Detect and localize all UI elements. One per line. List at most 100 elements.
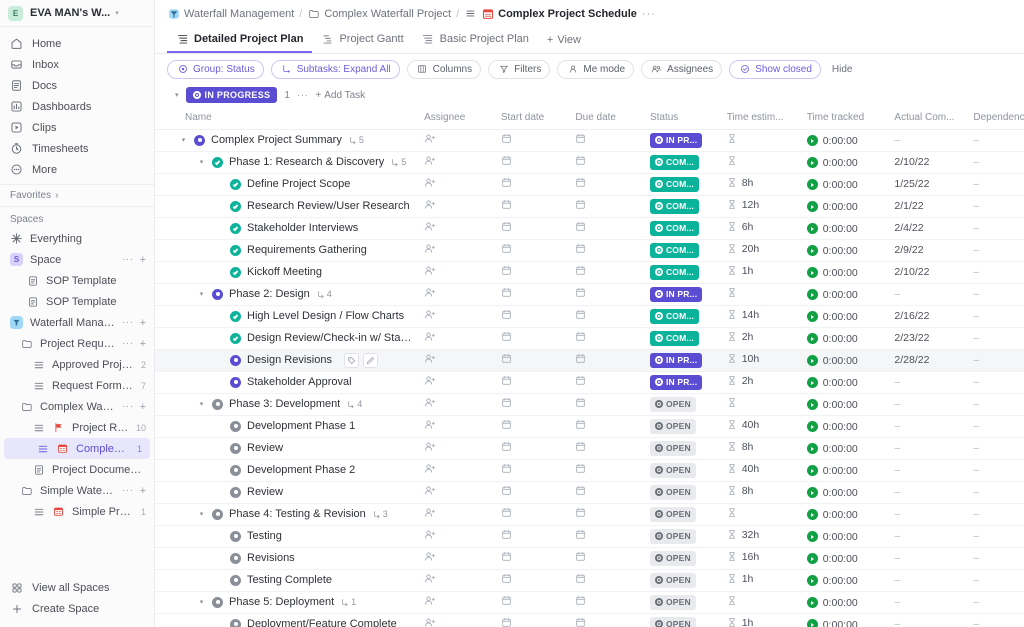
- cell-dependencies[interactable]: –: [967, 239, 1024, 262]
- cell-time-tracked[interactable]: 0:00:00: [800, 371, 889, 394]
- cell-name[interactable]: ▾ Deployment/Feature Complete: [155, 613, 419, 627]
- table-row[interactable]: ▾ Requirements Gathering COM... 20h 0:00…: [155, 239, 1024, 262]
- calendar-icon[interactable]: [501, 419, 512, 430]
- status-badge[interactable]: OPEN: [649, 440, 696, 456]
- cell-time-estimate[interactable]: 1h: [720, 613, 801, 627]
- cell-assignee[interactable]: [418, 173, 495, 196]
- cell-start-date[interactable]: [494, 613, 570, 627]
- cell-name[interactable]: ▾ Stakeholder Interviews: [155, 217, 419, 240]
- cell-due-date[interactable]: [569, 371, 644, 394]
- start-timer-icon[interactable]: [806, 377, 818, 388]
- time-estimate-value[interactable]: 20h: [727, 243, 759, 255]
- status-dot-in-progress-icon[interactable]: [194, 134, 205, 146]
- calendar-icon[interactable]: [575, 441, 586, 452]
- tag-icon[interactable]: [343, 352, 359, 368]
- cell-name[interactable]: ▾ Complex Project Summary 5: [155, 129, 419, 152]
- space-add-icon[interactable]: +: [140, 317, 146, 329]
- cell-start-date[interactable]: [494, 459, 570, 482]
- start-timer-icon[interactable]: [806, 443, 818, 454]
- cell-time-estimate[interactable]: [720, 503, 801, 526]
- start-timer-icon[interactable]: [806, 619, 818, 627]
- cell-start-date[interactable]: [494, 305, 570, 328]
- start-timer-icon[interactable]: [806, 201, 818, 212]
- cell-assignee[interactable]: [418, 129, 495, 152]
- calendar-icon[interactable]: [501, 551, 512, 562]
- calendar-icon[interactable]: [575, 287, 586, 298]
- cell-time-tracked[interactable]: 0:00:00: [800, 503, 889, 526]
- folder-more-icon[interactable]: ···: [122, 485, 134, 496]
- cell-dependencies[interactable]: –: [967, 129, 1024, 152]
- time-tracked-value[interactable]: 0:00:00: [806, 597, 858, 609]
- breadcrumb-item-space[interactable]: Waterfall Management: [167, 7, 294, 20]
- cell-status[interactable]: OPEN: [643, 547, 721, 570]
- status-badge[interactable]: IN PR...: [649, 286, 703, 302]
- cell-due-date[interactable]: [569, 613, 644, 627]
- time-tracked-value[interactable]: 0:00:00: [806, 575, 858, 587]
- cell-dependencies[interactable]: –: [967, 437, 1024, 460]
- assignee-add-icon[interactable]: [424, 441, 436, 452]
- cell-status[interactable]: COM...: [643, 305, 721, 328]
- assignee-add-icon[interactable]: [424, 265, 436, 276]
- sidebar-doc-sop-template-1[interactable]: SOP Template: [0, 270, 154, 291]
- status-dot-complete-icon[interactable]: [230, 310, 241, 322]
- calendar-icon[interactable]: [575, 199, 586, 210]
- cell-time-estimate[interactable]: 8h: [720, 437, 801, 460]
- folder-more-icon[interactable]: ···: [122, 401, 134, 412]
- time-tracked-value[interactable]: 0:00:00: [806, 311, 858, 323]
- calendar-icon[interactable]: [575, 265, 586, 276]
- sidebar-list-approved-projects[interactable]: Approved Projects 2: [0, 354, 154, 375]
- assignee-add-icon[interactable]: [424, 309, 436, 320]
- cell-due-date[interactable]: [569, 591, 644, 614]
- cell-dependencies[interactable]: –: [967, 195, 1024, 218]
- status-badge[interactable]: OPEN: [649, 528, 696, 544]
- status-badge[interactable]: OPEN: [649, 462, 696, 478]
- table-row[interactable]: ▾ Phase 1: Research & Discovery 5 COM...…: [155, 151, 1024, 174]
- table-row[interactable]: ▾ Development Phase 2 OPEN 40h 0:00:00 –…: [155, 459, 1024, 482]
- cell-name[interactable]: ▾ Define Project Scope: [155, 173, 419, 196]
- columns-button[interactable]: Columns: [406, 59, 482, 79]
- calendar-icon[interactable]: [575, 397, 586, 408]
- cell-due-date[interactable]: [569, 525, 644, 548]
- calendar-icon[interactable]: [501, 375, 512, 386]
- cell-status[interactable]: OPEN: [643, 503, 721, 526]
- cell-dependencies[interactable]: –: [967, 151, 1024, 174]
- sidebar-space-space[interactable]: S Space ··· +: [0, 249, 154, 270]
- assignee-add-icon[interactable]: [424, 155, 436, 166]
- status-dot-open-icon[interactable]: [212, 596, 223, 608]
- column-header-assignee[interactable]: Assignee: [418, 107, 495, 130]
- cell-start-date[interactable]: [494, 569, 570, 592]
- status-dot-open-icon[interactable]: [230, 464, 241, 476]
- time-tracked-value[interactable]: 0:00:00: [806, 443, 858, 455]
- start-timer-icon[interactable]: [806, 267, 818, 278]
- cell-status[interactable]: OPEN: [643, 591, 721, 614]
- table-row[interactable]: ▾ High Level Design / Flow Charts COM...…: [155, 305, 1024, 328]
- cell-status[interactable]: OPEN: [643, 525, 721, 548]
- cell-status[interactable]: COM...: [643, 217, 721, 240]
- cell-actual-completion[interactable]: –: [888, 371, 968, 394]
- status-dot-in-progress-icon[interactable]: [230, 354, 241, 366]
- cell-actual-completion[interactable]: –: [888, 525, 968, 548]
- status-dot-open-icon[interactable]: [212, 508, 223, 520]
- expand-collapse-icon[interactable]: ▾: [197, 510, 206, 518]
- calendar-icon[interactable]: [575, 177, 586, 188]
- status-badge[interactable]: IN PR...: [649, 132, 703, 148]
- cell-assignee[interactable]: [418, 239, 495, 262]
- group-add-task-button[interactable]: + Add Task: [315, 90, 365, 101]
- time-estimate-value[interactable]: 14h: [727, 309, 759, 321]
- expand-collapse-icon[interactable]: ▾: [197, 598, 206, 606]
- expand-collapse-icon[interactable]: ▾: [197, 400, 206, 408]
- status-dot-complete-icon[interactable]: [230, 332, 241, 344]
- cell-actual-completion[interactable]: –: [888, 569, 968, 592]
- start-timer-icon[interactable]: [806, 179, 818, 190]
- sidebar-list-simple-project-schedule[interactable]: Simple Project Sch... 1: [0, 501, 154, 522]
- table-row[interactable]: ▾ Deployment/Feature Complete OPEN 1h 0:…: [155, 613, 1024, 627]
- status-dot-open-icon[interactable]: [230, 552, 241, 564]
- assignee-add-icon[interactable]: [424, 243, 436, 254]
- table-row[interactable]: ▾ Testing Complete OPEN 1h 0:00:00 – – –…: [155, 569, 1024, 592]
- column-header-time-tracked[interactable]: Time tracked: [800, 107, 889, 130]
- calendar-icon[interactable]: [575, 221, 586, 232]
- status-badge[interactable]: COM...: [649, 264, 700, 280]
- cell-time-tracked[interactable]: 0:00:00: [800, 547, 889, 570]
- status-dot-open-icon[interactable]: [230, 530, 241, 542]
- cell-time-tracked[interactable]: 0:00:00: [800, 591, 889, 614]
